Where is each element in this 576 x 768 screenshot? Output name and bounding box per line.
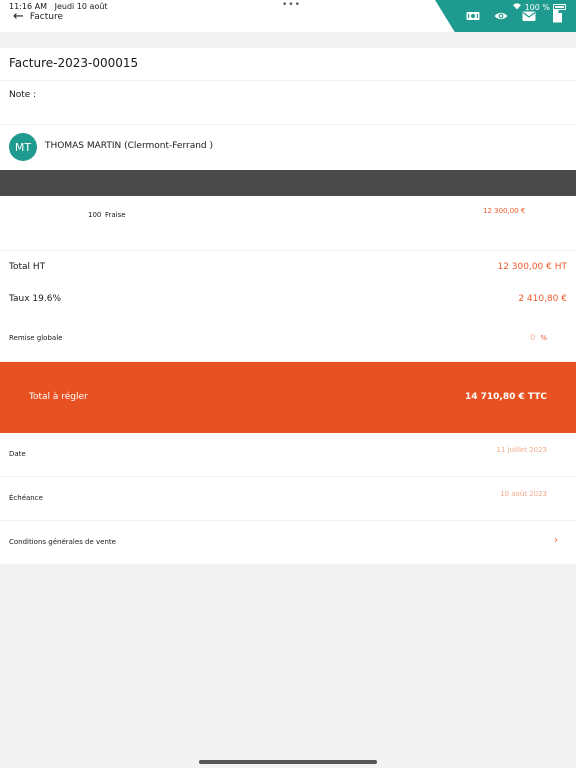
status-bar: 11:16 AM Jeudi 10 août ••• 100 %: [0, 0, 576, 12]
total-due-band: Total à régler 14 710,80 € TTC: [0, 362, 576, 433]
date-row[interactable]: Date 11 juillet 2023: [0, 433, 576, 476]
date-label: Date: [9, 450, 26, 458]
item-price: 12 300,00 €: [483, 207, 526, 215]
item-name: Fraise: [105, 211, 126, 219]
invoice-number: Facture-2023-000015: [9, 56, 139, 70]
client-name: THOMAS MARTIN (Clermont-Ferrand ): [45, 141, 214, 151]
discount-value: 0: [530, 333, 536, 342]
items-header-band: [0, 170, 576, 196]
total-ht-value: 12 300,00 € HT: [497, 262, 567, 272]
terms-row[interactable]: Conditions générales de vente ›: [0, 521, 576, 564]
total-due-label: Total à régler: [29, 392, 88, 402]
status-time: 11:16 AM Jeudi 10 août: [9, 2, 108, 11]
discount-unit: %: [540, 334, 547, 342]
item-row[interactable]: 100 Fraise 12 300,00 €: [0, 196, 576, 250]
total-due-value: 14 710,80 € TTC: [464, 392, 547, 402]
battery-icon: [553, 4, 566, 10]
status-right: 100 %: [512, 2, 566, 12]
note-label: Note :: [9, 90, 37, 100]
battery-percent: 100 %: [524, 2, 550, 12]
chevron-right-icon: ›: [554, 535, 558, 546]
terms-label: Conditions générales de vente: [9, 538, 116, 546]
tax-value: 2 410,80 €: [518, 294, 567, 304]
due-date-label: Échéance: [9, 494, 43, 502]
wifi-icon: [512, 2, 522, 12]
due-date-row[interactable]: Échéance 10 août 2023: [0, 477, 576, 520]
tax-label: Taux 19.6%: [9, 294, 62, 304]
total-ht-label: Total HT: [9, 262, 46, 272]
discount-label: Remise globale: [9, 334, 63, 342]
client-row[interactable]: MT THOMAS MARTIN (Clermont-Ferrand ): [0, 125, 576, 170]
note-row[interactable]: Note :: [0, 81, 576, 124]
home-indicator[interactable]: [199, 760, 377, 764]
avatar: MT: [9, 133, 37, 161]
back-label: Facture: [29, 11, 63, 22]
discount-field[interactable]: 0 %: [530, 333, 547, 342]
invoice-title-row: Facture-2023-000015: [0, 48, 576, 80]
multitask-dots[interactable]: •••: [282, 0, 301, 10]
due-date-value: 10 août 2023: [500, 490, 547, 498]
date-value: 11 juillet 2023: [496, 446, 547, 454]
totals-section: Total HT 12 300,00 € HT Taux 19.6% 2 410…: [0, 251, 576, 361]
item-quantity: 100: [88, 211, 102, 219]
